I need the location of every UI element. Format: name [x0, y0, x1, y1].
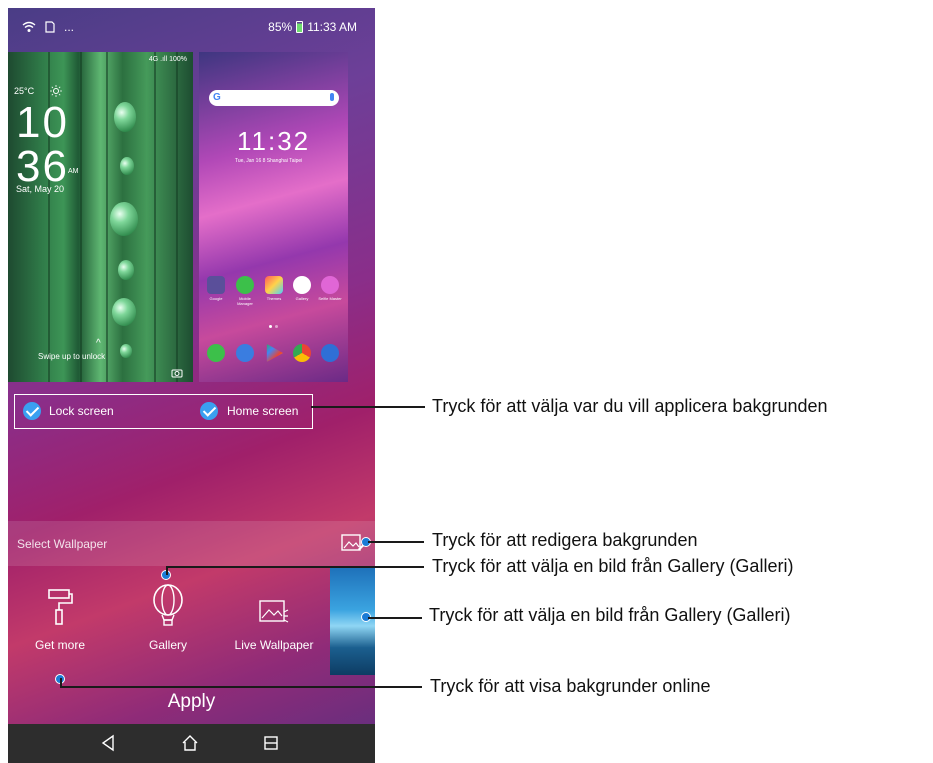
lock-date: Sat, May 20 — [16, 184, 65, 194]
lock-clock-hour: 10 — [16, 98, 69, 147]
app-icon-mobile-manager — [236, 276, 254, 294]
callout-line — [368, 617, 422, 619]
water-drop — [120, 157, 134, 175]
callout-line — [368, 541, 424, 543]
home-screen-checkbox[interactable] — [200, 402, 218, 420]
camera-icon — [171, 369, 183, 378]
lock-screen-checkbox[interactable] — [23, 402, 41, 420]
gallery-label: Gallery — [148, 638, 187, 652]
callout-edit: Tryck för att redigera bakgrunden — [432, 530, 698, 550]
lock-am-pm: AM — [68, 168, 79, 175]
get-more-button[interactable]: Get more — [10, 566, 110, 666]
callout-thumbnail: Tryck för att välja en bild från Gallery… — [429, 605, 791, 625]
sun-icon — [50, 85, 62, 97]
chrome-icon — [293, 344, 311, 362]
water-drop — [112, 298, 136, 326]
app-icon-selfie-master — [321, 276, 339, 294]
mic-icon — [330, 93, 334, 101]
callout-line — [166, 566, 424, 568]
live-wallpaper-icon — [259, 600, 289, 623]
app-label: Gallery — [295, 296, 309, 301]
status-time: 11:33 AM — [307, 20, 357, 34]
phone-screen: ... 85% 11:33 AM 4G .ıll 100% 25°C 10 36… — [8, 8, 375, 763]
live-wallpaper-button[interactable]: Live Wallpaper — [224, 566, 324, 666]
callout-gallery: Tryck för att välja en bild från Gallery… — [432, 556, 794, 576]
get-more-label: Get more — [34, 638, 85, 652]
navigation-bar — [8, 724, 375, 763]
lock-screen-label[interactable]: Lock screen — [49, 404, 114, 418]
wallpaper-source-row: Get more Gallery Live Wallpaper — [8, 566, 375, 676]
battery-icon — [296, 21, 304, 33]
wifi-icon — [22, 21, 36, 32]
camera-app-icon — [321, 344, 339, 362]
phone-app-icon — [207, 344, 225, 362]
app-label: Selfie Master — [318, 296, 342, 301]
live-wallpaper-label: Live Wallpaper — [234, 638, 314, 652]
google-search-bar: G — [209, 90, 339, 106]
home-icon[interactable] — [181, 734, 199, 752]
app-label: Themes — [266, 296, 282, 301]
balloon-icon — [153, 584, 183, 626]
sd-card-icon — [45, 21, 55, 33]
callout-apply-to: Tryck för att välja var du vill applicer… — [432, 396, 828, 416]
status-bar: ... 85% 11:33 AM — [8, 8, 375, 46]
unlock-hint: Swipe up to unlock — [38, 352, 106, 361]
chevron-up-icon: ^ — [96, 338, 101, 349]
play-store-icon — [266, 344, 283, 362]
select-wallpaper-label: Select Wallpaper — [17, 537, 108, 551]
app-icon-google — [207, 276, 225, 294]
water-drop — [110, 202, 138, 236]
home-screen-preview[interactable]: G 11:32 Tue, Jan 16 8 Shanghai Taipei Go… — [199, 52, 348, 382]
home-date-line: Tue, Jan 16 8 Shanghai Taipei — [235, 158, 303, 164]
back-icon[interactable] — [100, 734, 116, 752]
battery-percent: 85% — [268, 20, 293, 34]
apply-to-selector: Lock screen Home screen — [14, 394, 313, 429]
more-notifications: ... — [64, 20, 75, 34]
signal-text: 4G .ıll 100% — [148, 56, 187, 63]
home-screen-label[interactable]: Home screen — [227, 404, 298, 418]
home-clock: 11:32 — [237, 126, 311, 156]
app-label: Mobile Manager — [237, 296, 253, 306]
callout-get-more: Tryck för att visa bakgrunder online — [430, 676, 711, 696]
messages-app-icon — [236, 344, 254, 362]
select-wallpaper-bar: Select Wallpaper — [8, 521, 375, 566]
page-indicator — [269, 325, 279, 328]
gallery-button[interactable]: Gallery — [118, 566, 218, 666]
callout-line — [311, 406, 425, 408]
paint-roller-icon — [48, 589, 73, 625]
google-logo: G — [213, 92, 221, 103]
temperature: 25°C — [14, 86, 35, 96]
app-label: Google — [209, 296, 223, 301]
app-icon-gallery — [293, 276, 311, 294]
lock-screen-preview[interactable]: 4G .ıll 100% 25°C 10 36 AM Sat, May 20 ^… — [8, 52, 193, 382]
water-drop — [120, 344, 132, 358]
water-drop — [118, 260, 134, 280]
app-icon-themes — [265, 276, 283, 294]
water-drop — [114, 102, 136, 132]
callout-line — [60, 686, 422, 688]
recent-apps-icon[interactable] — [263, 734, 279, 752]
